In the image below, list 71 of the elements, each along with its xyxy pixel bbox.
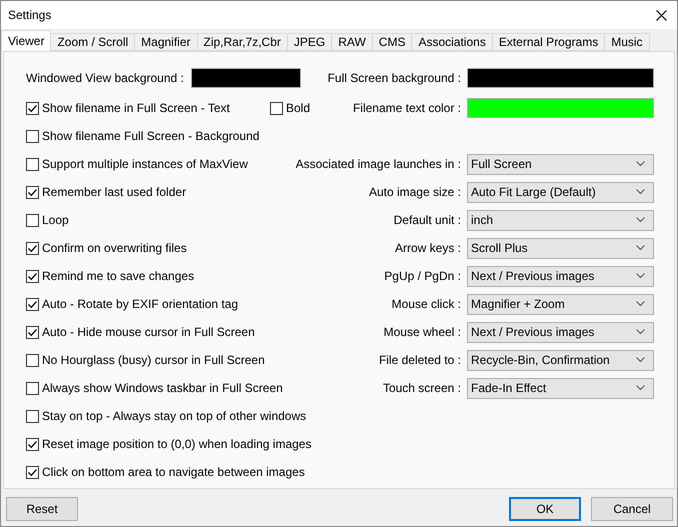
checkbox[interactable]: Bold bbox=[270, 101, 310, 115]
color-swatch[interactable] bbox=[190, 68, 301, 88]
field-label: PgUp / PgDn : bbox=[383, 269, 461, 283]
field-label: Filename text color : bbox=[352, 101, 461, 115]
dropdown[interactable]: Scroll Plus bbox=[467, 238, 654, 258]
checkbox[interactable]: Auto - Hide mouse cursor in Full Screen bbox=[26, 325, 255, 339]
dropdown[interactable]: Recycle-Bin, Confirmation bbox=[467, 350, 654, 370]
field-label: Touch screen : bbox=[382, 381, 461, 395]
checkbox[interactable]: Show filename Full Screen - Background bbox=[26, 129, 260, 143]
tab[interactable]: Music bbox=[604, 33, 650, 51]
dropdown[interactable]: Next / Previous images bbox=[467, 322, 654, 342]
checkbox[interactable]: Show filename in Full Screen - Text bbox=[26, 101, 230, 115]
tab[interactable]: Zip,Rar,7z,Cbr bbox=[196, 33, 288, 51]
chevron-down-icon bbox=[636, 357, 645, 363]
field-label: Default unit : bbox=[392, 213, 461, 227]
field-label: Full Screen background : bbox=[326, 71, 461, 85]
close-icon[interactable] bbox=[656, 10, 667, 20]
chevron-down-icon bbox=[636, 273, 645, 279]
field-label: File deleted to : bbox=[378, 353, 461, 367]
checkbox[interactable]: Reset image position to (0,0) when loading images bbox=[26, 437, 312, 451]
checkmark-icon bbox=[27, 466, 38, 478]
checkmark-icon bbox=[27, 102, 38, 114]
dropdown[interactable]: Magnifier + Zoom bbox=[467, 294, 654, 314]
chevron-down-icon bbox=[636, 245, 645, 251]
field-label: Auto image size : bbox=[368, 185, 461, 199]
field-label: Associated image launches in : bbox=[296, 157, 461, 171]
checkbox[interactable]: No Hourglass (busy) cursor in Full Screen bbox=[26, 353, 265, 367]
tab[interactable]: JPEG bbox=[286, 33, 332, 51]
checkbox[interactable]: Loop bbox=[26, 213, 69, 227]
chevron-down-icon bbox=[636, 217, 645, 223]
checkmark-icon bbox=[27, 298, 38, 310]
checkbox[interactable]: Confirm on overwriting files bbox=[26, 241, 187, 255]
checkmark-icon bbox=[27, 438, 38, 450]
dropdown[interactable]: Auto Fit Large (Default) bbox=[467, 182, 654, 202]
chevron-down-icon bbox=[636, 189, 645, 195]
field-label: Windowed View background : bbox=[26, 71, 184, 85]
checkmark-icon bbox=[27, 242, 38, 254]
dialog-button[interactable]: OK bbox=[509, 497, 581, 521]
tab[interactable]: RAW bbox=[331, 33, 373, 51]
tab[interactable]: External Programs bbox=[492, 33, 606, 51]
checkbox[interactable]: Auto - Rotate by EXIF orientation tag bbox=[26, 297, 238, 311]
tab[interactable]: Associations bbox=[411, 33, 493, 51]
checkbox[interactable]: Support multiple instances of MaxView bbox=[26, 157, 248, 171]
dialog-button[interactable]: Cancel bbox=[591, 497, 673, 521]
color-swatch[interactable] bbox=[467, 68, 654, 88]
tab[interactable]: Viewer bbox=[1, 30, 52, 51]
chevron-down-icon bbox=[636, 385, 645, 391]
checkmark-icon bbox=[27, 270, 38, 282]
checkbox[interactable]: Stay on top - Always stay on top of other windows bbox=[26, 409, 306, 423]
checkmark-icon bbox=[27, 326, 38, 338]
tab[interactable]: Zoom / Scroll bbox=[50, 33, 136, 51]
dialog-button[interactable]: Reset bbox=[6, 497, 78, 521]
dropdown[interactable]: Next / Previous images bbox=[467, 266, 654, 286]
window-title: Settings bbox=[8, 8, 52, 22]
checkbox[interactable]: Remind me to save changes bbox=[26, 269, 194, 283]
field-label: Mouse wheel : bbox=[382, 325, 461, 339]
checkbox[interactable]: Remember last used folder bbox=[26, 185, 186, 199]
chevron-down-icon bbox=[636, 301, 645, 307]
dropdown[interactable]: inch bbox=[467, 210, 654, 230]
tab[interactable]: CMS bbox=[372, 33, 412, 51]
color-swatch[interactable] bbox=[467, 98, 654, 118]
chevron-down-icon bbox=[636, 161, 645, 167]
checkbox[interactable]: Always show Windows taskbar in Full Screen bbox=[26, 381, 283, 395]
dropdown[interactable]: Full Screen bbox=[467, 154, 654, 174]
checkmark-icon bbox=[27, 186, 38, 198]
dropdown[interactable]: Fade-In Effect bbox=[467, 378, 654, 398]
field-label: Arrow keys : bbox=[394, 241, 461, 255]
checkbox[interactable]: Click on bottom area to navigate between images bbox=[26, 465, 305, 479]
tab[interactable]: Magnifier bbox=[134, 33, 198, 51]
field-label: Mouse click : bbox=[390, 297, 461, 311]
chevron-down-icon bbox=[636, 329, 645, 335]
